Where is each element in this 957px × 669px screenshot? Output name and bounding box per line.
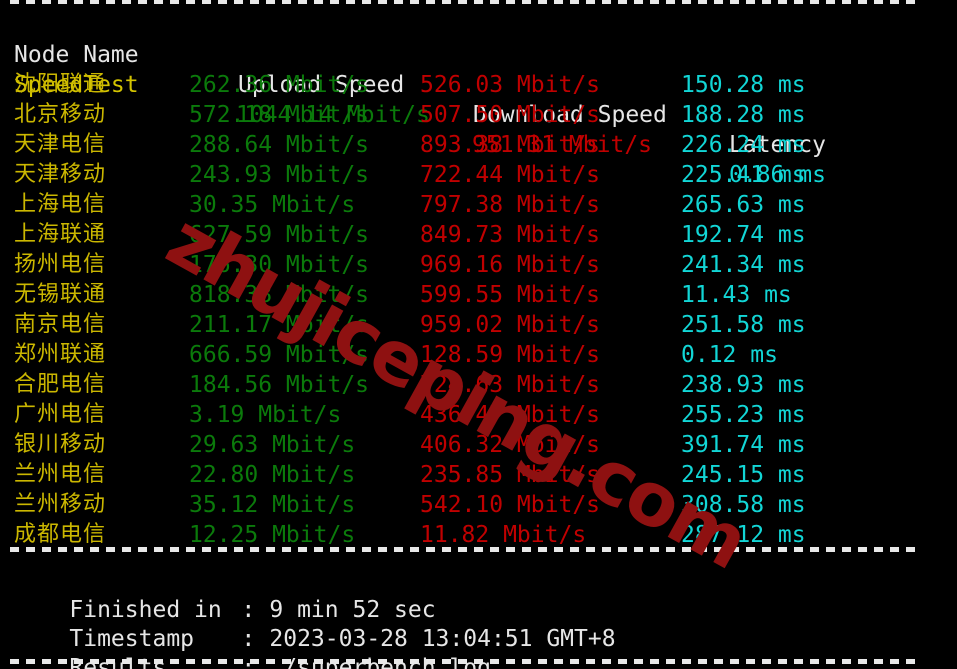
cell-node-name: 兰州移动 — [14, 492, 107, 517]
cell-node-name: 扬州电信 — [14, 252, 107, 277]
cell-latency: 192.74 ms — [681, 222, 806, 248]
separator-line-middle — [10, 547, 918, 552]
cell-upload-speed: 29.63 Mbit/s — [189, 432, 356, 458]
cell-node-name: 北京移动 — [14, 102, 107, 127]
cell-download-speed: 722.44 Mbit/s — [420, 162, 601, 188]
table-row: 兰州移动 35.12 Mbit/s 542.10 Mbit/s 308.58 ms — [0, 490, 957, 520]
cell-download-speed: 959.02 Mbit/s — [420, 312, 601, 338]
cell-latency: 255.23 ms — [681, 402, 806, 428]
cell-node-name: 上海联通 — [14, 222, 107, 247]
cell-download-speed: 406.32 Mbit/s — [420, 432, 601, 458]
cell-download-speed: 526.03 Mbit/s — [420, 72, 601, 98]
cell-node-name: 银川移动 — [14, 432, 107, 457]
table-row: 北京移动 572.18 Mbit/s 507.50 Mbit/s 188.28 ms — [0, 100, 957, 130]
table-row: 广州电信 3.19 Mbit/s 436.47 Mbit/s 255.23 ms — [0, 400, 957, 430]
cell-upload-speed: 262.36 Mbit/s — [189, 72, 370, 98]
table-row: 无锡联通 818.38 Mbit/s 599.55 Mbit/s 11.43 ms — [0, 280, 957, 310]
cell-upload-speed: 627.59 Mbit/s — [189, 222, 370, 248]
cell-upload-speed: 288.64 Mbit/s — [189, 132, 370, 158]
table-header-row: Node Name Upload Speed Download Speed La… — [0, 10, 957, 158]
cell-latency: 308.58 ms — [681, 492, 806, 518]
table-row: 郑州联通 666.59 Mbit/s 128.59 Mbit/s 0.12 ms — [0, 340, 957, 370]
table-row: 沈阳联通 262.36 Mbit/s 526.03 Mbit/s 150.28 ms — [0, 70, 957, 100]
cell-upload-speed: 22.80 Mbit/s — [189, 462, 356, 488]
cell-upload-speed: 3.19 Mbit/s — [189, 402, 342, 428]
table-row: 上海联通 627.59 Mbit/s 849.73 Mbit/s 192.74 ms — [0, 220, 957, 250]
cell-node-name: 无锡联通 — [14, 282, 107, 307]
cell-download-speed: 436.47 Mbit/s — [420, 402, 601, 428]
cell-download-speed: 797.38 Mbit/s — [420, 192, 601, 218]
cell-latency: 287.12 ms — [681, 522, 806, 548]
cell-upload-speed: 818.38 Mbit/s — [189, 282, 370, 308]
cell-node-name: 广州电信 — [14, 402, 107, 427]
cell-download-speed: 507.50 Mbit/s — [420, 102, 601, 128]
cell-latency: 188.28 ms — [681, 102, 806, 128]
cell-download-speed: 599.55 Mbit/s — [420, 282, 601, 308]
cell-latency: 238.93 ms — [681, 372, 806, 398]
cell-download-speed: 542.10 Mbit/s — [420, 492, 601, 518]
cell-latency: 265.63 ms — [681, 192, 806, 218]
cell-download-speed: 128.59 Mbit/s — [420, 342, 601, 368]
speedtest-row: SpeedTest 1044.14 Mbit/s 951.31 Mbit/s 0… — [0, 40, 957, 188]
cell-download-speed: 849.73 Mbit/s — [420, 222, 601, 248]
cell-latency: 251.58 ms — [681, 312, 806, 338]
cell-latency: 0.12 ms — [681, 342, 778, 368]
cell-latency: 226.24 ms — [681, 132, 806, 158]
cell-upload-speed: 184.56 Mbit/s — [189, 372, 370, 398]
cell-node-name: 成都电信 — [14, 522, 107, 547]
cell-download-speed: 724.63 Mbit/s — [420, 372, 601, 398]
cell-node-name: 天津移动 — [14, 162, 107, 187]
cell-node-name: 上海电信 — [14, 192, 107, 217]
cell-upload-speed: 211.17 Mbit/s — [189, 312, 370, 338]
cell-latency: 225.41 ms — [681, 162, 806, 188]
cell-latency: 245.15 ms — [681, 462, 806, 488]
cell-upload-speed: 35.12 Mbit/s — [189, 492, 356, 518]
cell-node-name: 沈阳联通 — [14, 72, 107, 97]
table-row: 银川移动 29.63 Mbit/s 406.32 Mbit/s 391.74 ms — [0, 430, 957, 460]
table-row: 兰州电信 22.80 Mbit/s 235.85 Mbit/s 245.15 ms — [0, 460, 957, 490]
cell-download-speed: 893.38 Mbit/s — [420, 132, 601, 158]
cell-node-name: 南京电信 — [14, 312, 107, 337]
cell-download-speed: 11.82 Mbit/s — [420, 522, 587, 548]
separator-line-bottom — [10, 659, 918, 664]
cell-download-speed: 969.16 Mbit/s — [420, 252, 601, 278]
table-row: 扬州电信 176.30 Mbit/s 969.16 Mbit/s 241.34 ms — [0, 250, 957, 280]
terminal-window: Node Name Upload Speed Download Speed La… — [0, 0, 957, 669]
separator-line-top — [10, 0, 918, 4]
cell-latency: 150.28 ms — [681, 72, 806, 98]
table-row: 南京电信 211.17 Mbit/s 959.02 Mbit/s 251.58 ms — [0, 310, 957, 340]
cell-upload-speed: 176.30 Mbit/s — [189, 252, 370, 278]
cell-download-speed: 235.85 Mbit/s — [420, 462, 601, 488]
cell-latency: 11.43 ms — [681, 282, 792, 308]
cell-upload-speed: 30.35 Mbit/s — [189, 192, 356, 218]
table-row: 成都电信 12.25 Mbit/s 11.82 Mbit/s 287.12 ms — [0, 520, 957, 550]
cell-node-name: 兰州电信 — [14, 462, 107, 487]
table-row: 上海电信 30.35 Mbit/s 797.38 Mbit/s 265.63 ms — [0, 190, 957, 220]
table-row: 天津电信 288.64 Mbit/s 893.38 Mbit/s 226.24 ms — [0, 130, 957, 160]
cell-upload-speed: 666.59 Mbit/s — [189, 342, 370, 368]
cell-upload-speed: 243.93 Mbit/s — [189, 162, 370, 188]
cell-node-name: 天津电信 — [14, 132, 107, 157]
cell-upload-speed: 572.18 Mbit/s — [189, 102, 370, 128]
table-row: 合肥电信 184.56 Mbit/s 724.63 Mbit/s 238.93 ms — [0, 370, 957, 400]
cell-upload-speed: 12.25 Mbit/s — [189, 522, 356, 548]
cell-latency: 391.74 ms — [681, 432, 806, 458]
cell-node-name: 合肥电信 — [14, 372, 107, 397]
table-row: 天津移动 243.93 Mbit/s 722.44 Mbit/s 225.41 ms — [0, 160, 957, 190]
cell-node-name: 郑州联通 — [14, 342, 107, 367]
cell-latency: 241.34 ms — [681, 252, 806, 278]
